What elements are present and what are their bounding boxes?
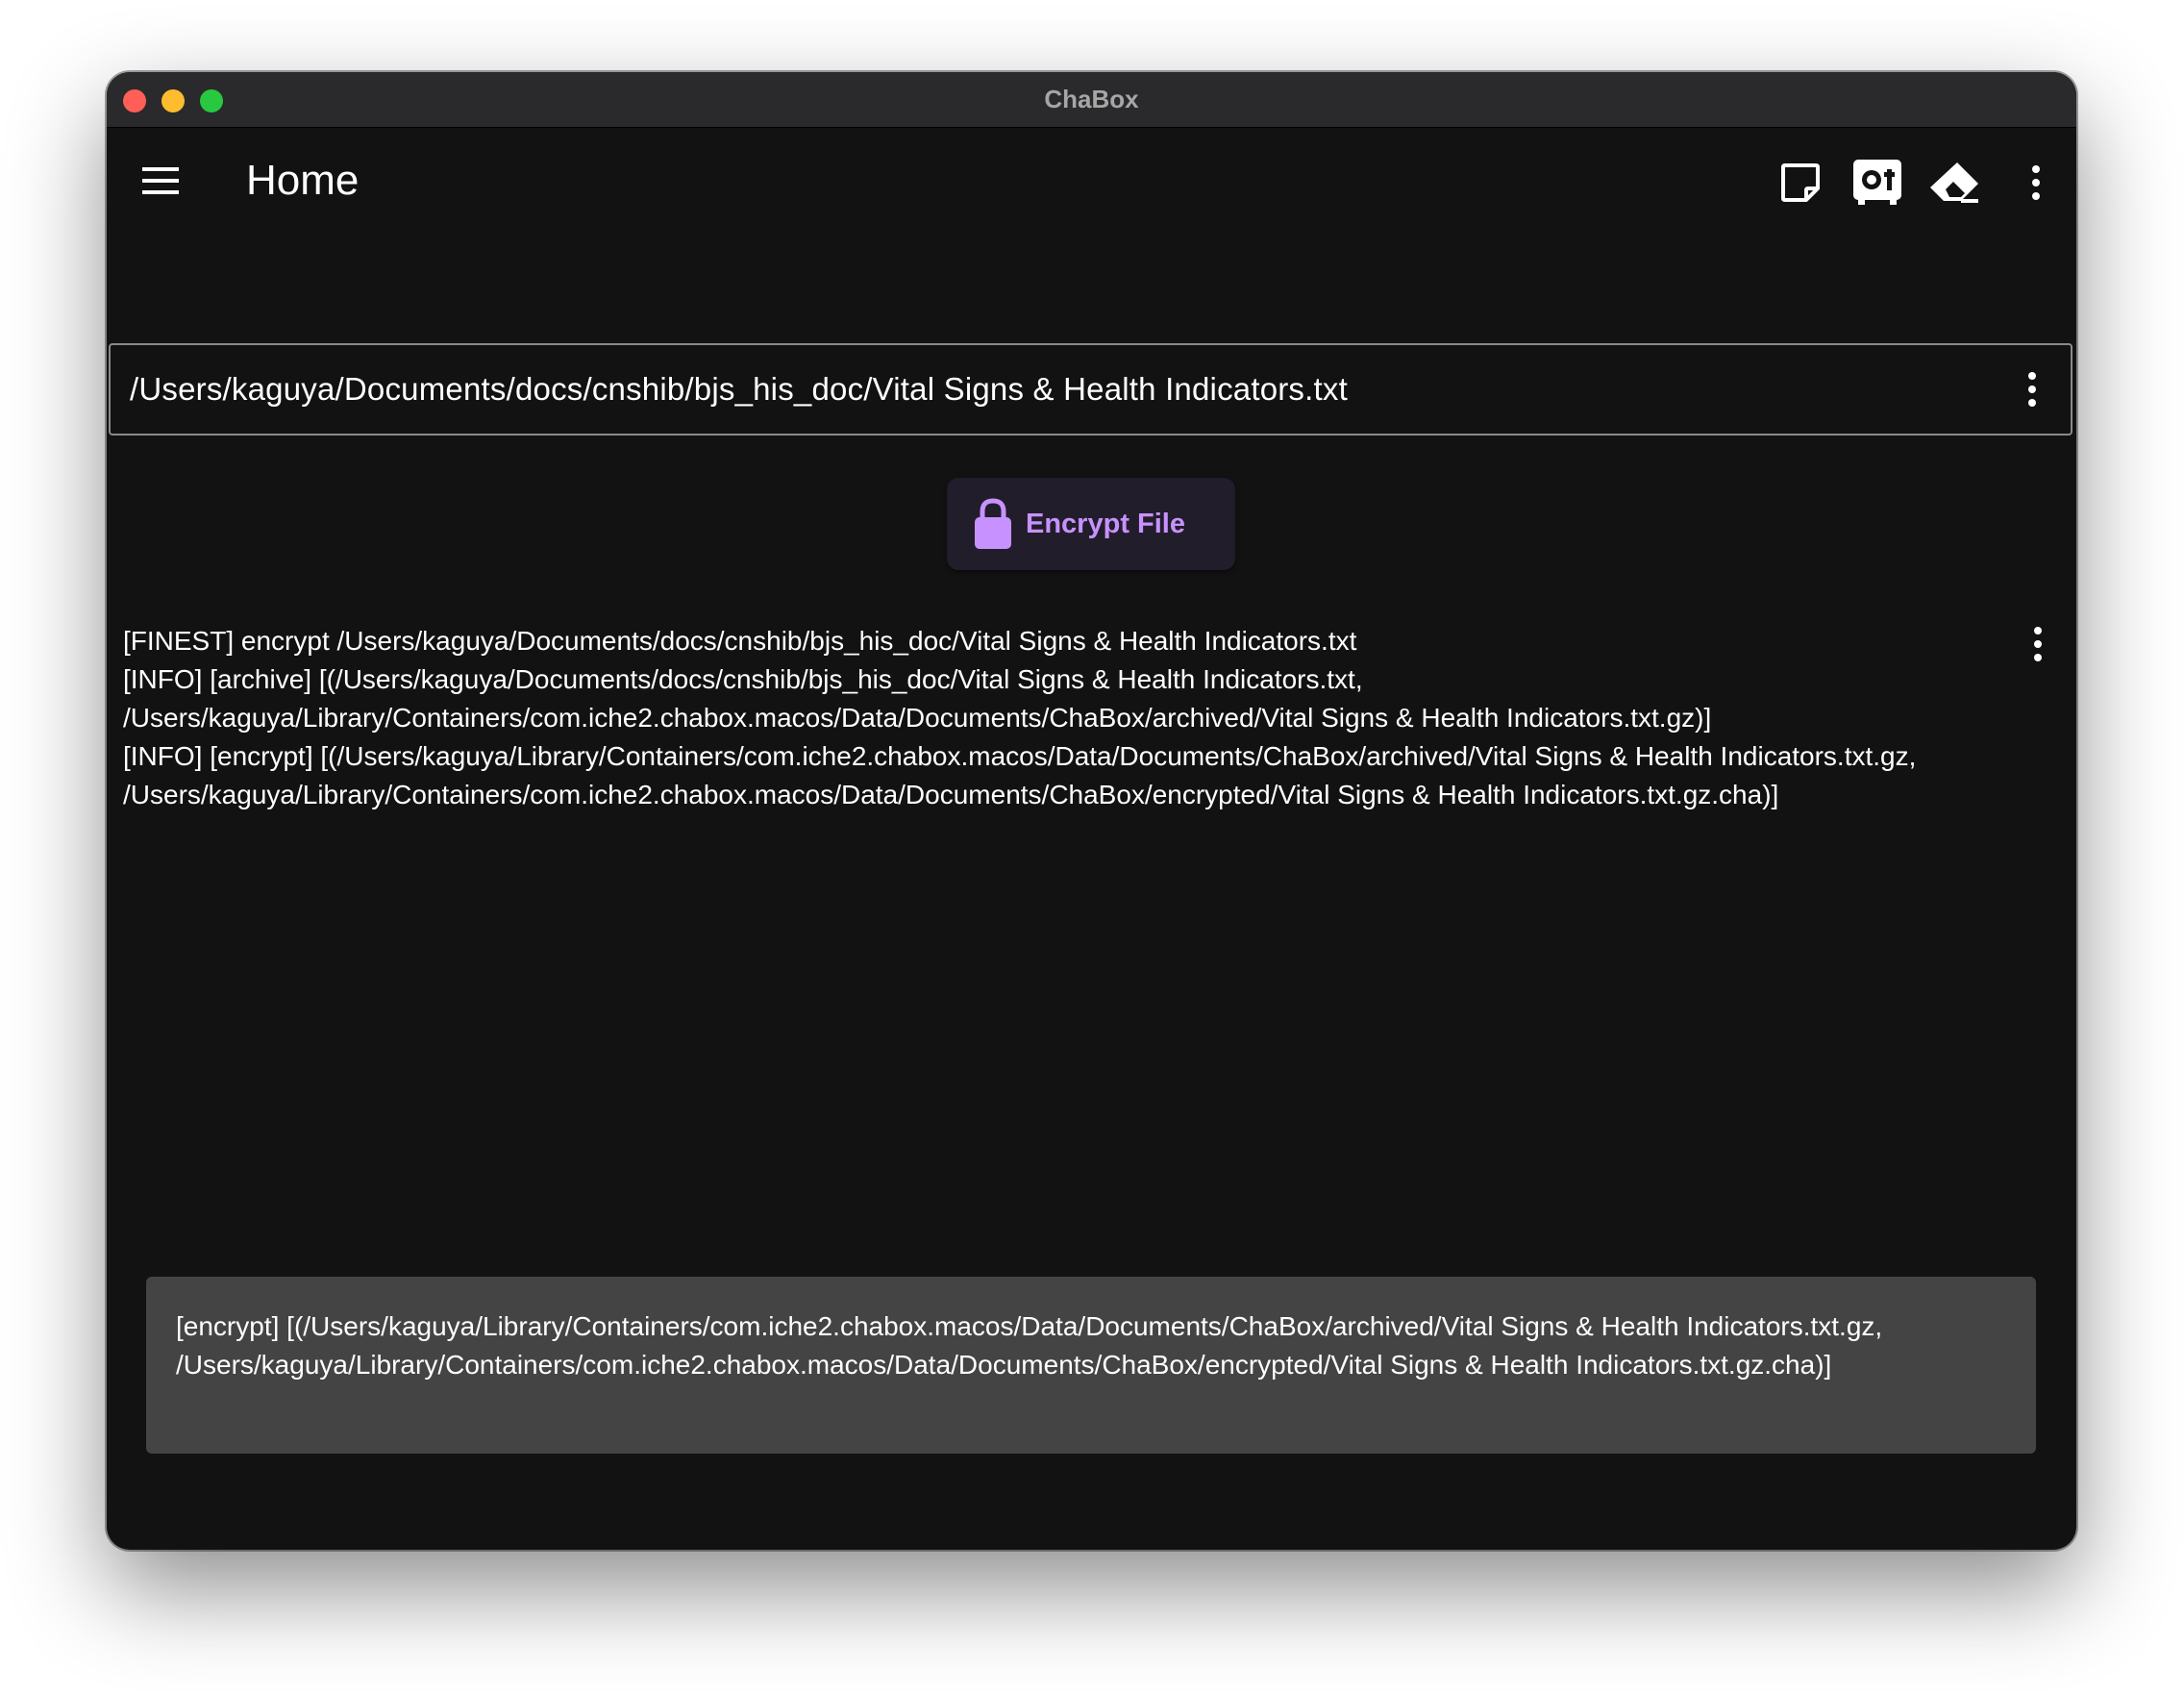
title-bar: ChaBox — [107, 72, 2076, 128]
log-line: [FINEST] encrypt /Users/kaguya/Documents… — [123, 626, 1357, 656]
vault-button[interactable] — [1850, 156, 1904, 210]
snackbar: [encrypt] [(/Users/kaguya/Library/Contai… — [146, 1277, 2036, 1454]
log-output: [FINEST] encrypt /Users/kaguya/Documents… — [123, 622, 2007, 814]
file-options-button[interactable] — [2013, 370, 2051, 409]
menu-button[interactable] — [141, 162, 180, 200]
more-vert-icon — [2034, 627, 2042, 661]
page-title: Home — [246, 157, 360, 204]
safe-icon — [1853, 160, 1901, 205]
app-window: ChaBox Home /Users/kaguya/Documents/docs… — [107, 72, 2076, 1550]
more-vert-icon — [2032, 165, 2040, 200]
sticky-note-icon — [1781, 163, 1820, 202]
log-options-button[interactable] — [2019, 625, 2057, 663]
encrypt-file-button[interactable]: Encrypt File — [947, 478, 1235, 570]
snackbar-message: [encrypt] [(/Users/kaguya/Library/Contai… — [176, 1311, 1883, 1380]
log-line: [INFO] [encrypt] [(/Users/kaguya/Library… — [123, 741, 1924, 809]
file-path-field[interactable]: /Users/kaguya/Documents/docs/cnshib/bjs_… — [109, 343, 2072, 435]
notes-button[interactable] — [1774, 156, 1827, 210]
app-bar: Home — [107, 127, 2076, 235]
log-line: [INFO] [archive] [(/Users/kaguya/Documen… — [123, 664, 1712, 733]
lock-icon — [975, 498, 1011, 549]
menu-icon — [142, 167, 179, 194]
eraser-icon — [1930, 162, 1978, 203]
window-title: ChaBox — [1044, 85, 1139, 113]
more-vert-icon — [2028, 372, 2036, 407]
encrypt-file-label: Encrypt File — [1026, 508, 1185, 539]
more-options-button[interactable] — [2009, 156, 2063, 210]
file-path-text: /Users/kaguya/Documents/docs/cnshib/bjs_… — [130, 371, 1348, 407]
clear-button[interactable] — [1927, 156, 1981, 210]
